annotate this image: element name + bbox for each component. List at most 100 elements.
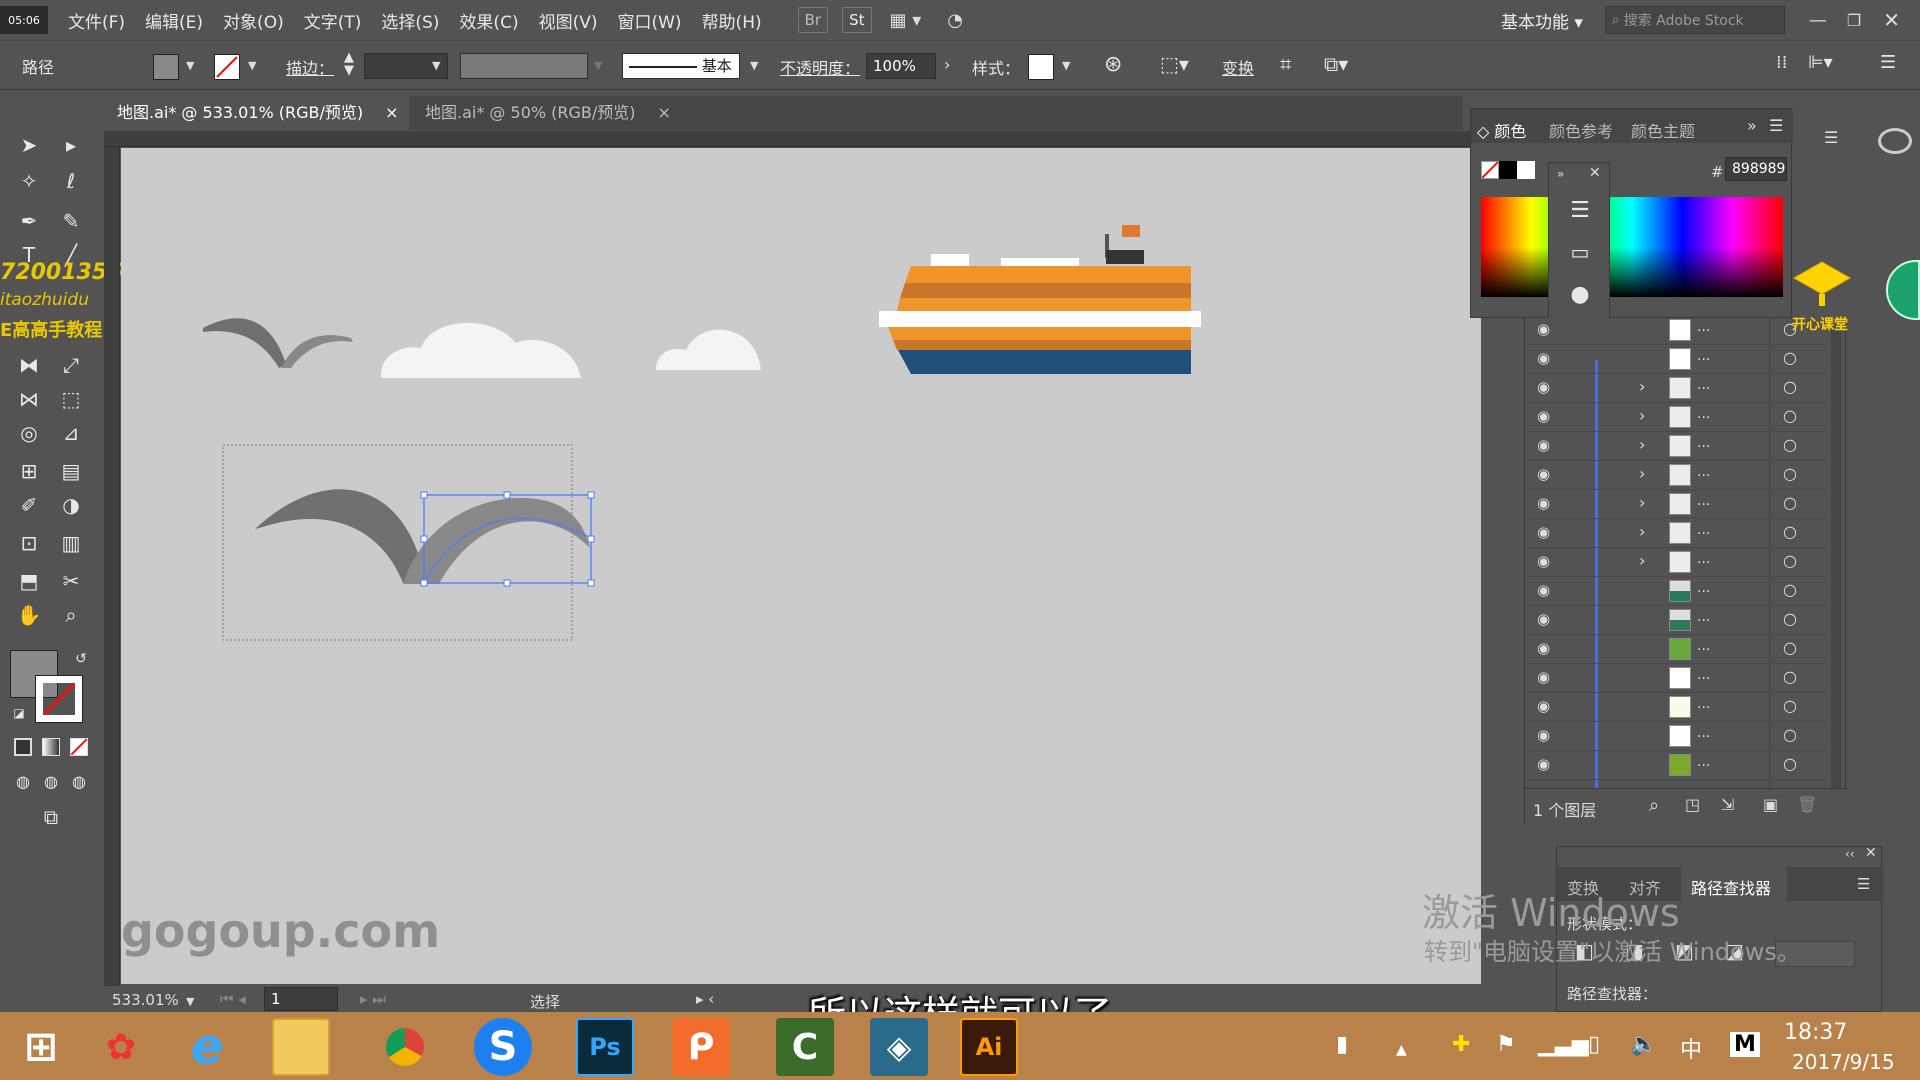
swap-fill-stroke-icon[interactable]: ↺ (66, 644, 96, 674)
stock-button[interactable]: St (842, 7, 872, 33)
properties-panel-icon[interactable]: ☰ (1565, 195, 1595, 225)
opacity-arrow-icon[interactable]: › (944, 55, 950, 74)
tab-color-themes[interactable]: 颜色主题 (1631, 118, 1695, 142)
layer-name[interactable]: ... (1697, 319, 1710, 335)
target-circle-icon[interactable]: ○ (1783, 377, 1797, 396)
tab-document-533[interactable]: 地图.ai* @ 533.01% (RGB/预览) × (103, 96, 409, 130)
target-circle-icon[interactable]: ○ (1783, 754, 1797, 773)
creative-cloud-icon[interactable] (1878, 128, 1912, 154)
ime-mode-icon[interactable]: M (1730, 1032, 1760, 1057)
expand-chevron-icon[interactable]: › (1639, 551, 1645, 570)
expand-chevron-icon[interactable]: › (1639, 406, 1645, 425)
layers-scrollbar[interactable] (1831, 330, 1841, 790)
gradient-mode-button[interactable] (42, 738, 60, 756)
illustrator-icon[interactable]: Ai (960, 1018, 1018, 1076)
style-dropdown-icon[interactable]: ▼ (1062, 59, 1070, 72)
layer-name[interactable]: ... (1697, 464, 1710, 480)
tab-color-guide[interactable]: 颜色参考 (1549, 118, 1613, 142)
magic-wand-tool-icon[interactable]: ✧ (14, 166, 44, 196)
reflect-tool-icon[interactable]: ⧓ (14, 350, 44, 380)
graphic-style-swatch[interactable] (1028, 54, 1054, 80)
menu-window[interactable]: 窗口(W) (617, 8, 681, 33)
dock-menu-icon[interactable]: ☰ (1824, 128, 1838, 147)
gpu-performance-icon[interactable]: ◔ (947, 10, 963, 31)
artboard-tool-icon[interactable]: ⬒ (14, 566, 44, 596)
stroke-weight-dropdown-icon[interactable]: ▼ (432, 59, 440, 72)
file-explorer-icon[interactable] (272, 1018, 330, 1076)
curvature-tool-icon[interactable]: ✎ (56, 206, 86, 236)
list-item[interactable]: ◉... ○ (1527, 577, 1827, 606)
recolor-artwork-icon[interactable]: ⊛ (1104, 52, 1122, 77)
menu-edit[interactable]: 编辑(E) (145, 8, 203, 33)
perspective-grid-tool-icon[interactable]: ⊿ (56, 418, 86, 448)
column-graph-tool-icon[interactable]: ▥ (56, 528, 86, 558)
layer-name[interactable]: ... (1697, 493, 1710, 509)
close-window-button[interactable]: ✕ (1883, 8, 1900, 32)
stroke-color-box[interactable] (35, 675, 83, 723)
layer-name[interactable]: ... (1697, 435, 1710, 451)
opacity-field[interactable]: 100% (866, 53, 936, 79)
stroke-swatch[interactable] (214, 54, 240, 80)
brush-definition[interactable]: 基本 (622, 53, 740, 79)
target-circle-icon[interactable]: ○ (1783, 435, 1797, 454)
brush-dropdown-icon[interactable]: ▼ (750, 59, 758, 72)
pathfinder-collapse-icon[interactable]: ‹‹ (1845, 847, 1855, 861)
menu-type[interactable]: 文字(T) (304, 8, 362, 33)
align-to-icon[interactable]: ⬚▾ (1160, 52, 1189, 76)
battery-icon[interactable]: ▯ (1588, 1032, 1600, 1057)
free-transform-tool-icon[interactable]: ⬚ (56, 384, 86, 414)
list-item[interactable]: ◉ ›... ○ (1527, 490, 1827, 519)
target-circle-icon[interactable]: ○ (1783, 464, 1797, 483)
mini-close-icon[interactable]: ✕ (1589, 165, 1601, 181)
new-sublayer-icon[interactable]: ⇲ (1721, 795, 1734, 814)
expand-chevron-icon[interactable]: › (1639, 522, 1645, 541)
list-item[interactable]: ◉... ○ (1527, 693, 1827, 722)
none-swatch[interactable] (1481, 161, 1499, 179)
opacity-label[interactable]: 不透明度： (780, 55, 860, 79)
list-item[interactable]: ◉ ›... ○ (1527, 519, 1827, 548)
visibility-eye-icon[interactable]: ◉ (1537, 697, 1550, 715)
app-icon-colorful[interactable]: ✿ (92, 1018, 150, 1076)
new-layer-icon[interactable]: ▣ (1763, 795, 1778, 814)
artboard-canvas[interactable]: gogoup.com (121, 148, 1481, 984)
visibility-eye-icon[interactable]: ◉ (1537, 320, 1550, 338)
fill-swatch[interactable] (153, 54, 179, 80)
selection-tool-icon[interactable]: ➤ (14, 130, 44, 160)
presentation-app-icon[interactable]: ᑭ (672, 1018, 730, 1076)
black-swatch[interactable] (1499, 161, 1517, 179)
visibility-eye-icon[interactable]: ◉ (1537, 552, 1550, 570)
list-item[interactable]: ◉ ›... ○ (1527, 548, 1827, 577)
usb-device-icon[interactable]: ▮ (1336, 1032, 1348, 1057)
layer-name[interactable]: ... (1697, 377, 1710, 393)
list-item[interactable]: ◉... ○ (1527, 664, 1827, 693)
expand-chevron-icon[interactable]: › (1639, 435, 1645, 454)
layer-name[interactable]: ... (1697, 667, 1710, 683)
visibility-eye-icon[interactable]: ◉ (1537, 755, 1550, 773)
gradient-tool-icon[interactable]: ▤ (56, 456, 86, 486)
target-circle-icon[interactable]: ○ (1783, 725, 1797, 744)
none-mode-button[interactable] (70, 738, 88, 756)
update-plus-icon[interactable]: ✚ (1452, 1032, 1470, 1057)
layer-name[interactable]: ... (1697, 725, 1710, 741)
default-fill-stroke-icon[interactable]: ◪ (4, 698, 34, 728)
draw-inside-icon[interactable]: ◍ (64, 766, 94, 796)
transform-link[interactable]: 变换 (1222, 55, 1254, 79)
tab-document-50[interactable]: 地图.ai* @ 50% (RGB/预览) × (411, 96, 691, 130)
chrome-icon[interactable] (376, 1018, 434, 1076)
layer-name[interactable]: ... (1697, 609, 1710, 625)
blend-tool-icon[interactable]: ◑ (56, 490, 86, 520)
mini-expand-icon[interactable]: » (1557, 167, 1564, 181)
make-clipping-mask-icon[interactable]: ◳ (1685, 795, 1700, 814)
distribute-icon[interactable]: ⁞⁞ (1776, 52, 1787, 73)
swatches-panel-icon[interactable]: ▭ (1565, 237, 1595, 267)
recorder-icon[interactable]: ◈ (870, 1018, 928, 1076)
mesh-tool-icon[interactable]: ⊞ (14, 456, 44, 486)
draw-behind-icon[interactable]: ◍ (36, 766, 66, 796)
layer-name[interactable]: ... (1697, 638, 1710, 654)
locate-object-icon[interactable]: ⌕ (1649, 795, 1659, 816)
list-item[interactable]: ◉ ›... ○ (1527, 432, 1827, 461)
list-item[interactable]: ◉... ○ (1527, 635, 1827, 664)
target-circle-icon[interactable]: ○ (1783, 522, 1797, 541)
layer-name[interactable]: ... (1697, 696, 1710, 712)
pathfinder-close-icon[interactable]: ✕ (1865, 845, 1877, 861)
